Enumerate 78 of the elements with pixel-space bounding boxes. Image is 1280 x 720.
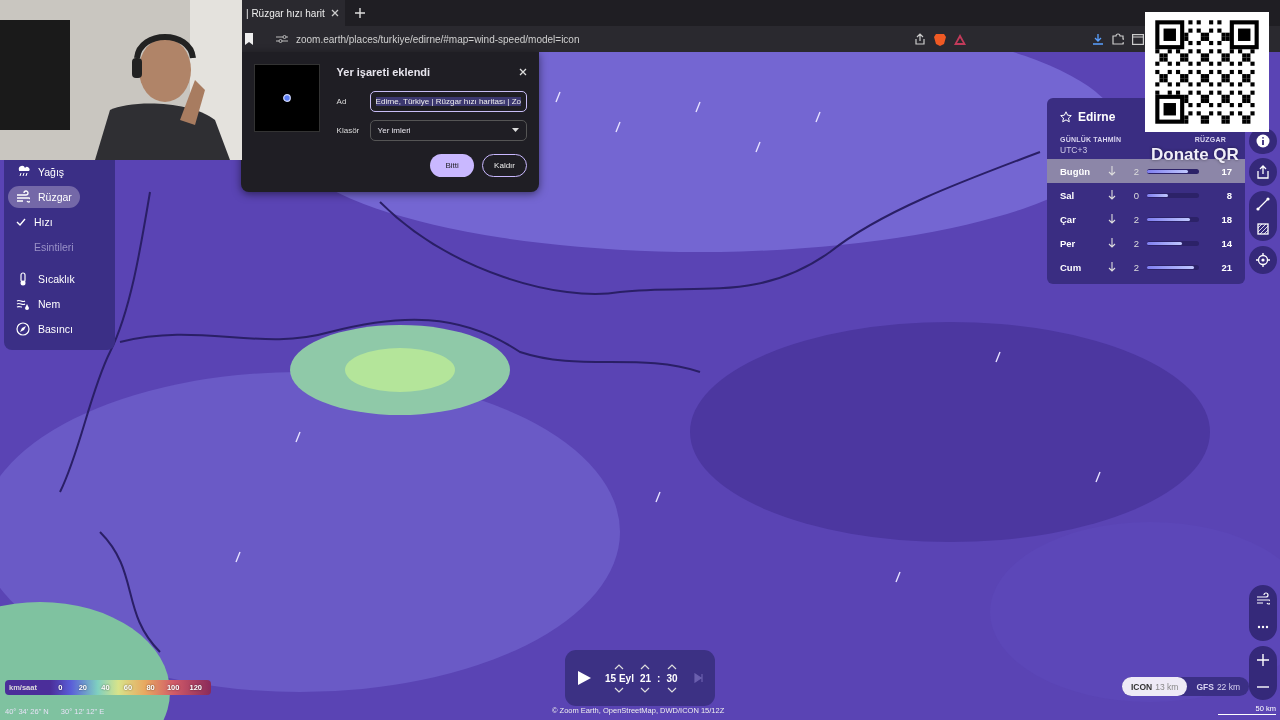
wind-direction-icon [1108, 262, 1116, 272]
chevron-up-icon[interactable] [666, 663, 677, 670]
rain-cloud-icon [16, 165, 30, 179]
max-speed: 21 [1220, 261, 1232, 273]
minute-value: 30 [666, 672, 678, 684]
play-icon[interactable] [577, 670, 591, 686]
wind-direction-icon [1108, 238, 1116, 248]
caret-icon [512, 128, 519, 132]
layer-item[interactable]: Nem [8, 293, 69, 315]
measure-line-icon[interactable] [1256, 196, 1270, 211]
layer-option[interactable]: Hızı [8, 211, 61, 233]
day-label: Çar [1060, 213, 1077, 225]
timezone-label: UTC+3 [1060, 145, 1088, 157]
wind-icon [16, 190, 30, 204]
layer-option[interactable]: Esintileri [8, 236, 82, 258]
forecast-row[interactable]: Çar 2 18 [1047, 207, 1245, 231]
humidity-icon [16, 297, 30, 311]
hour-value: 21 [639, 672, 652, 684]
max-speed: 18 [1220, 213, 1232, 225]
area-icon[interactable] [1256, 221, 1270, 236]
min-speed: 2 [1132, 165, 1141, 177]
model-toggle[interactable]: ICON 13 km [1122, 677, 1188, 696]
chevron-up-icon[interactable] [614, 663, 625, 670]
wind-direction-icon [1108, 166, 1116, 176]
download-icon[interactable] [1092, 33, 1104, 45]
wind-direction-icon [1108, 214, 1116, 224]
day-label: Cum [1060, 261, 1083, 273]
day-label: Per [1060, 237, 1077, 249]
dialog-title: Yer işareti eklendi [336, 66, 431, 78]
chevron-down-icon[interactable] [614, 686, 625, 693]
puzzle-icon[interactable] [1112, 33, 1124, 45]
bookmark-icon[interactable] [244, 33, 254, 45]
locate-icon[interactable] [1256, 253, 1270, 267]
field-label: Klasör [336, 125, 361, 135]
forecast-row[interactable]: Per 2 14 [1047, 231, 1245, 255]
done-button[interactable]: Bitti [430, 154, 475, 177]
min-speed: 2 [1132, 213, 1141, 225]
triangle-icon[interactable] [954, 33, 966, 45]
star-outline-icon[interactable] [1060, 111, 1072, 123]
window-icon[interactable] [1132, 33, 1144, 45]
chevron-down-icon[interactable] [666, 686, 677, 693]
site-settings-icon[interactable] [276, 34, 288, 44]
place-title: Edirne [1078, 110, 1116, 124]
layer-item[interactable]: Rüzgar [8, 186, 80, 208]
layer-item[interactable]: Sıcaklık [8, 268, 83, 290]
layer-item[interactable]: Yağış [8, 161, 73, 183]
info-icon[interactable] [1256, 134, 1270, 148]
zoom-in-icon[interactable] [1256, 652, 1270, 667]
lion-shield-icon[interactable] [934, 32, 946, 46]
min-speed: 2 [1132, 261, 1141, 273]
chevron-up-icon[interactable] [640, 663, 651, 670]
close-icon[interactable] [519, 68, 527, 76]
share-icon[interactable] [914, 33, 926, 45]
name-field[interactable]: Edirne, Türkiye | Rüzgar hızı haritası | Zo [369, 90, 527, 112]
time-separator: : [657, 672, 661, 684]
min-speed: 2 [1132, 237, 1141, 249]
wind-direction-icon [1108, 190, 1116, 200]
model-toggle[interactable]: GFS 22 km [1187, 677, 1250, 696]
max-speed: 8 [1225, 189, 1232, 201]
location-dot-icon [282, 94, 291, 102]
layer-item[interactable]: Basıncı [8, 318, 82, 340]
close-icon[interactable] [330, 9, 339, 17]
folder-dropdown[interactable]: Yer imleri [369, 119, 527, 141]
browser-tab[interactable]: | Rüzgar hızı harit [240, 0, 345, 26]
max-speed: 14 [1220, 237, 1232, 249]
compass-icon [16, 322, 30, 336]
day-label: Bugün [1060, 165, 1092, 177]
day-label: Sal [1060, 189, 1076, 201]
forecast-row[interactable]: Cum 2 21 [1047, 255, 1245, 279]
chevron-down-icon[interactable] [640, 686, 651, 693]
check-icon [16, 218, 26, 226]
forecast-row[interactable]: Sal 0 8 [1047, 183, 1245, 207]
field-label: Ad [336, 96, 348, 106]
max-speed: 17 [1220, 165, 1232, 177]
date-value: 15 Eyl [605, 672, 634, 684]
min-speed: 0 [1132, 189, 1141, 201]
wind-layers-icon[interactable] [1256, 592, 1270, 606]
new-tab-icon[interactable] [354, 8, 365, 18]
